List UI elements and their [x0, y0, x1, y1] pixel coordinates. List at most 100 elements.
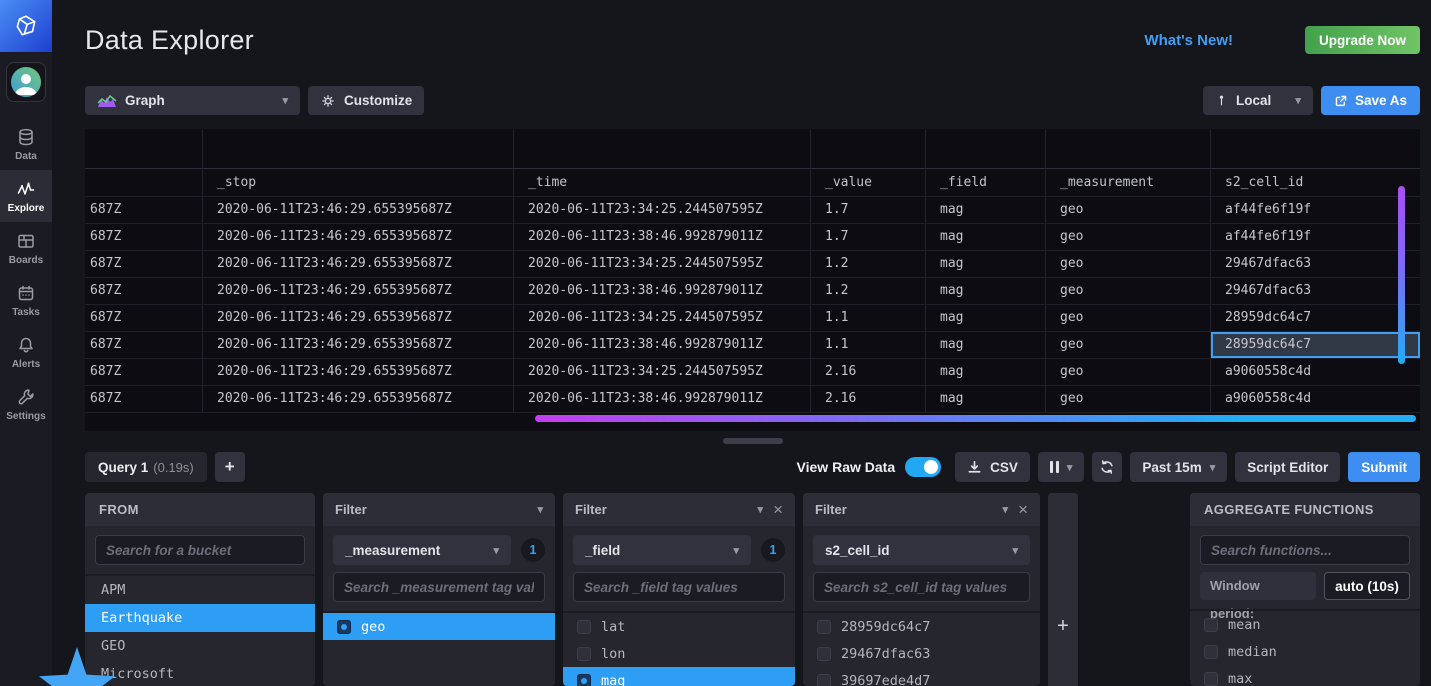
tag-value-search-input[interactable]: [813, 572, 1030, 602]
table-cell[interactable]: 687Z: [85, 251, 202, 278]
bucket-item-selected[interactable]: Earthquake: [85, 604, 315, 632]
tag-value-item[interactable]: lat: [563, 613, 795, 640]
filter-type-dropdown[interactable]: Filter ▾: [575, 502, 763, 517]
tag-key-dropdown[interactable]: s2_cell_id ▾: [813, 535, 1030, 565]
sidebar-item-data[interactable]: Data: [0, 118, 52, 170]
table-cell[interactable]: 1.7: [810, 197, 925, 224]
upgrade-now-button[interactable]: Upgrade Now: [1305, 26, 1420, 54]
table-cell[interactable]: 2.16: [810, 359, 925, 386]
table-cell[interactable]: 2020-06-11T23:46:29.655395687Z: [202, 197, 513, 224]
table-cell[interactable]: geo: [1045, 332, 1210, 359]
bucket-search-input[interactable]: [95, 535, 305, 565]
table-cell[interactable]: mag: [925, 251, 1045, 278]
bucket-item[interactable]: Microsoft: [85, 660, 315, 686]
influxdb-logo[interactable]: [0, 0, 52, 52]
sidebar-item-explore[interactable]: Explore: [0, 170, 52, 222]
tag-value-search-input[interactable]: [573, 572, 785, 602]
tag-value-item[interactable]: 28959dc64c7: [803, 613, 1040, 640]
tag-value-item-selected[interactable]: geo: [323, 613, 555, 640]
table-cell[interactable]: 2020-06-11T23:46:29.655395687Z: [202, 386, 513, 413]
table-cell[interactable]: 687Z: [85, 278, 202, 305]
horizontal-scrollbar[interactable]: [535, 415, 1416, 422]
tag-key-dropdown[interactable]: _measurement ▾: [333, 535, 511, 565]
table-cell[interactable]: 1.7: [810, 224, 925, 251]
table-cell-selected[interactable]: 28959dc64c7: [1210, 332, 1420, 359]
table-cell[interactable]: 687Z: [85, 359, 202, 386]
remove-filter-button[interactable]: ×: [773, 501, 783, 518]
table-cell[interactable]: geo: [1045, 359, 1210, 386]
table-cell[interactable]: mag: [925, 197, 1045, 224]
table-cell[interactable]: 2020-06-11T23:38:46.992879011Z: [513, 332, 810, 359]
table-cell[interactable]: 2020-06-11T23:46:29.655395687Z: [202, 278, 513, 305]
add-filter-card-button[interactable]: +: [1048, 493, 1078, 686]
table-cell[interactable]: 1.2: [810, 278, 925, 305]
time-range-dropdown[interactable]: Past 15m ▾: [1130, 452, 1227, 482]
table-cell[interactable]: 1.1: [810, 332, 925, 359]
table-cell[interactable]: af44fe6f19f: [1210, 224, 1420, 251]
function-item[interactable]: median: [1190, 638, 1420, 665]
table-cell[interactable]: 2020-06-11T23:46:29.655395687Z: [202, 359, 513, 386]
table-cell[interactable]: 1.1: [810, 305, 925, 332]
table-cell[interactable]: 2020-06-11T23:46:29.655395687Z: [202, 305, 513, 332]
function-search-input[interactable]: [1200, 535, 1410, 565]
filter-type-dropdown[interactable]: Filter ▾: [815, 502, 1008, 517]
table-cell[interactable]: mag: [925, 359, 1045, 386]
table-cell[interactable]: 2020-06-11T23:46:29.655395687Z: [202, 251, 513, 278]
whats-new-link[interactable]: What's New!: [1144, 32, 1233, 49]
table-cell[interactable]: 2020-06-11T23:46:29.655395687Z: [202, 224, 513, 251]
script-editor-button[interactable]: Script Editor: [1235, 452, 1340, 482]
sidebar-item-settings[interactable]: Settings: [0, 378, 52, 430]
table-cell[interactable]: 29467dfac63: [1210, 278, 1420, 305]
query-tab[interactable]: Query 1 (0.19s): [85, 452, 207, 482]
table-cell[interactable]: geo: [1045, 386, 1210, 413]
submit-button[interactable]: Submit: [1348, 452, 1420, 482]
table-cell[interactable]: 2020-06-11T23:46:29.655395687Z: [202, 332, 513, 359]
table-cell[interactable]: mag: [925, 386, 1045, 413]
table-cell[interactable]: a9060558c4d: [1210, 386, 1420, 413]
tag-key-dropdown[interactable]: _field ▾: [573, 535, 751, 565]
table-cell[interactable]: mag: [925, 224, 1045, 251]
tag-value-item-selected[interactable]: mag: [563, 667, 795, 686]
table-cell[interactable]: geo: [1045, 251, 1210, 278]
table-cell[interactable]: 687Z: [85, 197, 202, 224]
bucket-item[interactable]: GEO: [85, 632, 315, 660]
sidebar-item-alerts[interactable]: Alerts: [0, 326, 52, 378]
table-cell[interactable]: 2020-06-11T23:34:25.244507595Z: [513, 305, 810, 332]
pause-button[interactable]: ▾: [1038, 452, 1085, 482]
remove-filter-button[interactable]: ×: [1018, 501, 1028, 518]
visualization-type-dropdown[interactable]: Graph ▾: [85, 86, 300, 115]
table-cell[interactable]: 687Z: [85, 332, 202, 359]
table-cell[interactable]: 2020-06-11T23:34:25.244507595Z: [513, 251, 810, 278]
refresh-button[interactable]: [1092, 452, 1122, 482]
table-cell[interactable]: 29467dfac63: [1210, 251, 1420, 278]
window-period-dropdown[interactable]: auto (10s): [1324, 572, 1410, 600]
customize-button[interactable]: Customize: [308, 86, 424, 115]
sidebar-item-boards[interactable]: Boards: [0, 222, 52, 274]
bucket-item[interactable]: APM: [85, 576, 315, 604]
function-item[interactable]: mean: [1190, 611, 1420, 638]
add-query-button[interactable]: +: [215, 452, 245, 482]
table-cell[interactable]: geo: [1045, 224, 1210, 251]
view-raw-data-toggle[interactable]: [905, 457, 941, 477]
table-cell[interactable]: af44fe6f19f: [1210, 197, 1420, 224]
tag-value-item[interactable]: 29467dfac63: [803, 640, 1040, 667]
table-cell[interactable]: geo: [1045, 305, 1210, 332]
table-cell[interactable]: 687Z: [85, 224, 202, 251]
save-as-button[interactable]: Save As: [1321, 86, 1420, 115]
tag-value-item[interactable]: 39697ede4d7: [803, 667, 1040, 686]
sidebar-item-tasks[interactable]: Tasks: [0, 274, 52, 326]
vertical-scrollbar[interactable]: [1398, 186, 1405, 364]
table-cell[interactable]: geo: [1045, 197, 1210, 224]
table-cell[interactable]: 2020-06-11T23:38:46.992879011Z: [513, 278, 810, 305]
table-cell[interactable]: mag: [925, 278, 1045, 305]
table-cell[interactable]: 2020-06-11T23:34:25.244507595Z: [513, 359, 810, 386]
filter-type-dropdown[interactable]: Filter ▾: [335, 502, 543, 517]
table-cell[interactable]: 28959dc64c7: [1210, 305, 1420, 332]
table-cell[interactable]: 687Z: [85, 305, 202, 332]
table-cell[interactable]: 1.2: [810, 251, 925, 278]
tag-value-search-input[interactable]: [333, 572, 545, 602]
table-cell[interactable]: geo: [1045, 278, 1210, 305]
function-item[interactable]: max: [1190, 665, 1420, 686]
table-cell[interactable]: a9060558c4d: [1210, 359, 1420, 386]
panel-resize-handle[interactable]: [723, 438, 783, 444]
